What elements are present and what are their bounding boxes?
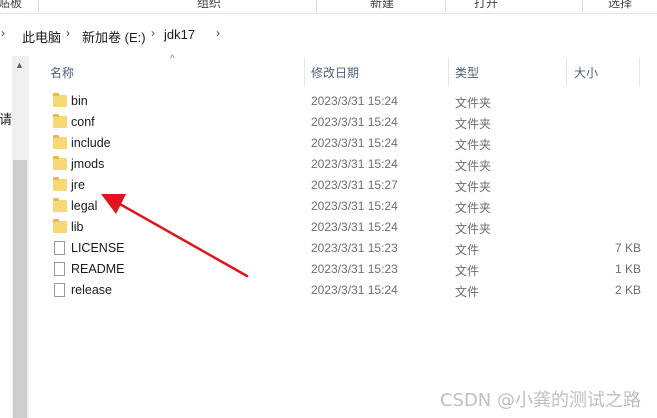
- watermark: CSDN @小龚的测试之路: [439, 390, 641, 411]
- annotation-arrow: [101, 194, 249, 278]
